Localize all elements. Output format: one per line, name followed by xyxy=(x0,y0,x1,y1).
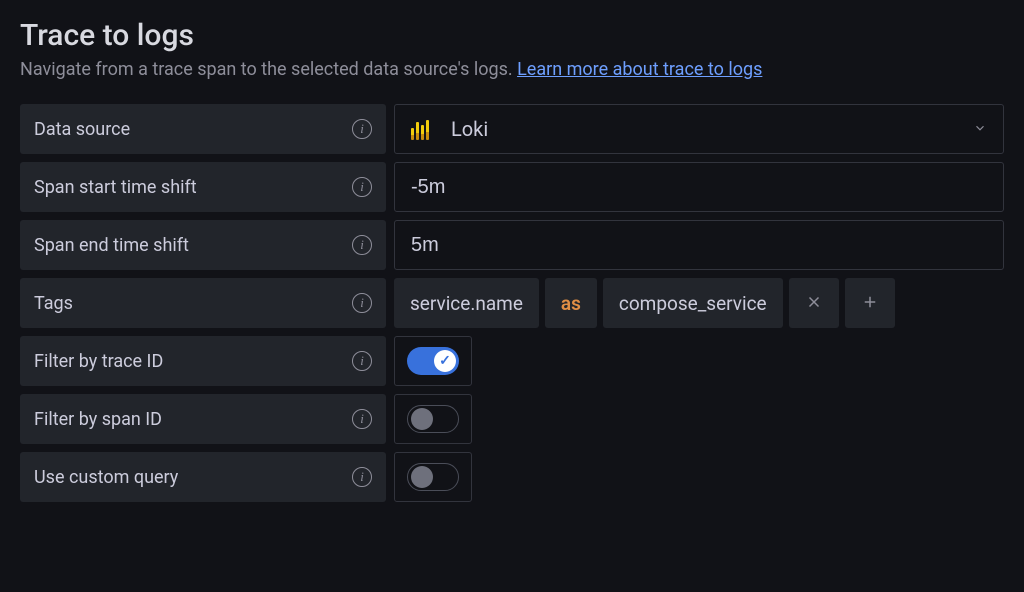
tag-key-input[interactable]: service.name xyxy=(394,278,539,328)
custom-query-label: Use custom query i xyxy=(20,452,386,502)
filter-span-label: Filter by span ID i xyxy=(20,394,386,444)
data-source-label: Data source i xyxy=(20,104,386,154)
filter-span-toggle-wrap xyxy=(394,394,472,444)
chevron-down-icon xyxy=(973,120,987,139)
tag-value-input[interactable]: compose_service xyxy=(603,278,783,328)
info-icon[interactable]: i xyxy=(352,235,372,255)
info-icon[interactable]: i xyxy=(352,119,372,139)
info-icon[interactable]: i xyxy=(352,293,372,313)
info-icon[interactable]: i xyxy=(352,177,372,197)
filter-trace-toggle[interactable]: ✓ xyxy=(407,347,459,375)
filter-trace-label: Filter by trace ID i xyxy=(20,336,386,386)
plus-icon xyxy=(861,289,879,317)
span-start-label: Span start time shift i xyxy=(20,162,386,212)
filter-trace-toggle-wrap: ✓ xyxy=(394,336,472,386)
check-icon: ✓ xyxy=(439,353,451,369)
loki-icon xyxy=(411,118,433,140)
section-title: Trace to logs xyxy=(20,18,1004,53)
data-source-value: Loki xyxy=(451,117,973,141)
learn-more-link[interactable]: Learn more about trace to logs xyxy=(517,59,762,80)
custom-query-toggle-wrap xyxy=(394,452,472,502)
tag-as-label: as xyxy=(545,278,597,328)
info-icon[interactable]: i xyxy=(352,409,372,429)
span-start-input[interactable] xyxy=(394,162,1004,212)
info-icon[interactable]: i xyxy=(352,467,372,487)
close-icon xyxy=(805,289,823,317)
data-source-select[interactable]: Loki xyxy=(394,104,1004,154)
filter-span-toggle[interactable] xyxy=(407,405,459,433)
add-tag-button[interactable] xyxy=(845,278,895,328)
info-icon[interactable]: i xyxy=(352,351,372,371)
custom-query-toggle[interactable] xyxy=(407,463,459,491)
span-end-label: Span end time shift i xyxy=(20,220,386,270)
section-subtitle: Navigate from a trace span to the select… xyxy=(20,59,1004,80)
tags-label: Tags i xyxy=(20,278,386,328)
remove-tag-button[interactable] xyxy=(789,278,839,328)
span-end-input[interactable] xyxy=(394,220,1004,270)
